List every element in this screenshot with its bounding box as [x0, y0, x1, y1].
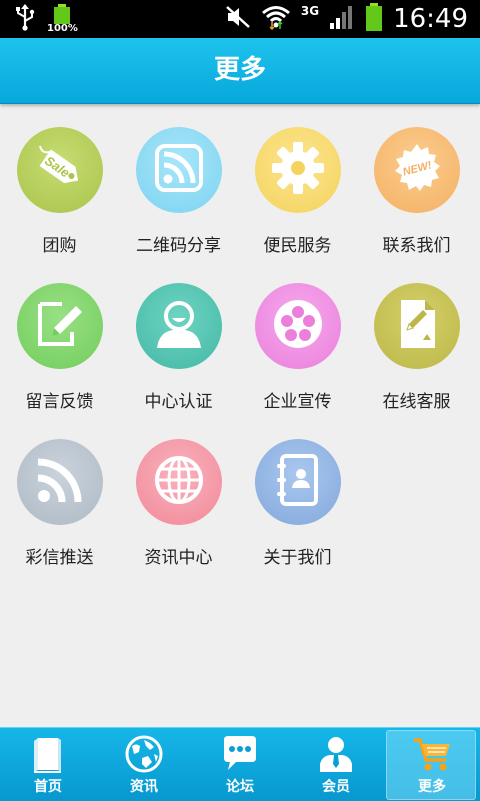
circle-bg — [136, 127, 222, 213]
status-bar: 100% 3G 16:49 — [0, 0, 480, 38]
tab-member[interactable]: 会员 — [288, 728, 384, 801]
new-badge-icon: NEW! — [389, 140, 445, 200]
grid-item-label: 在线客服 — [382, 392, 451, 412]
circle-bg — [255, 127, 341, 213]
network-type: 3G — [300, 4, 320, 18]
battery-icon — [365, 3, 383, 35]
circle-bg — [374, 283, 460, 369]
title-bar: 更多 — [0, 38, 480, 104]
book-icon — [28, 734, 68, 774]
grid-item-label: 彩信推送 — [25, 548, 94, 568]
page-title: 更多 — [213, 55, 266, 85]
sale-tag-icon: Sale — [32, 140, 88, 200]
grid-item-label: 便民服务 — [263, 236, 332, 256]
tab-label: 论坛 — [226, 779, 254, 795]
globe-icon — [151, 452, 207, 512]
usb-icon — [14, 3, 36, 35]
tab-news[interactable]: 资讯 — [96, 728, 192, 801]
battery-full-icon: 100% — [47, 4, 78, 34]
grid-item-label: 企业宣传 — [263, 392, 332, 412]
signal-icon — [329, 5, 355, 33]
contacts-book-icon — [270, 452, 326, 512]
circle-bg — [17, 439, 103, 525]
battery-percent: 100% — [47, 23, 78, 34]
tab-forum[interactable]: 论坛 — [192, 728, 288, 801]
tab-home[interactable]: 首页 — [0, 728, 96, 801]
tab-label: 首页 — [34, 779, 62, 795]
tab-label: 资讯 — [130, 779, 158, 795]
member-icon — [316, 734, 356, 774]
grid-item-label: 二维码分享 — [136, 236, 221, 256]
gear-icon — [270, 140, 326, 200]
document-pencil-icon — [389, 296, 445, 356]
grid-item-label: 留言反馈 — [25, 392, 94, 412]
mute-icon — [225, 5, 251, 33]
wifi-icon — [261, 4, 291, 34]
grid-item-label: 中心认证 — [144, 392, 213, 412]
film-reel-icon — [270, 296, 326, 356]
globe-icon — [124, 734, 164, 774]
circle-bg: Sale — [17, 127, 103, 213]
grid-item-label: 团购 — [42, 236, 77, 256]
circle-bg — [255, 283, 341, 369]
circle-bg — [255, 439, 341, 525]
grid-item-label: 联系我们 — [382, 236, 451, 256]
rss-icon — [151, 140, 207, 200]
grid-item-label: 资讯中心 — [144, 548, 213, 568]
grid-item-label: 关于我们 — [263, 548, 332, 568]
rss-icon — [32, 452, 88, 512]
cart-icon — [412, 734, 452, 774]
clock: 16:49 — [393, 4, 468, 34]
circle-bg — [136, 283, 222, 369]
tab-label: 更多 — [418, 779, 446, 795]
tab-more[interactable]: 更多 — [384, 728, 480, 801]
chat-bubble-icon — [220, 734, 260, 774]
circle-bg — [136, 439, 222, 525]
bottom-tab-bar: 首页 资讯 论坛 会员 更多 — [0, 727, 480, 801]
user-icon — [151, 296, 207, 356]
circle-bg — [17, 283, 103, 369]
circle-bg: NEW! — [374, 127, 460, 213]
tab-label: 会员 — [322, 779, 350, 795]
edit-note-icon — [32, 296, 88, 356]
